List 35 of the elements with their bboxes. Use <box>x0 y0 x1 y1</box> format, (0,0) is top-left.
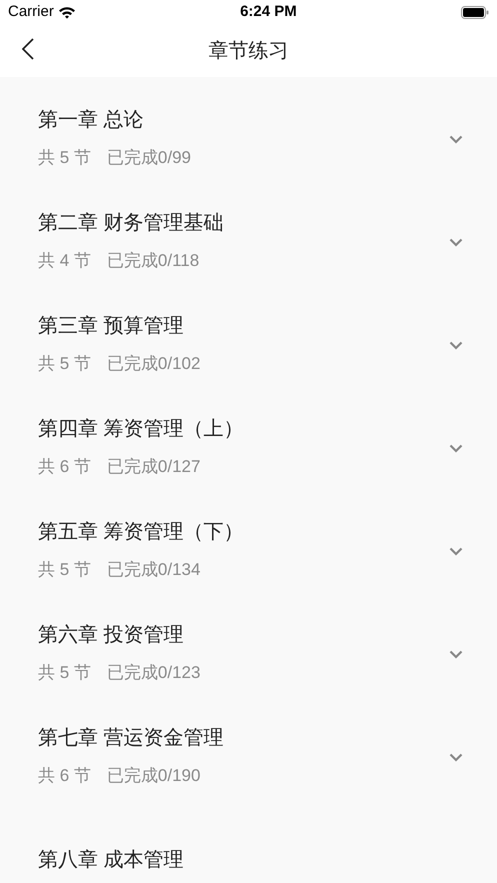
page-title: 章节练习 <box>208 39 288 64</box>
chapter-title: 第六章 投资管理 <box>38 623 185 648</box>
back-icon <box>22 38 34 60</box>
section-count: 共 5 节 <box>38 147 91 169</box>
section-count: 共 5 节 <box>38 559 91 581</box>
section-count: 共 5 节 <box>38 662 91 684</box>
progress-count: 已完成0/102 <box>106 353 200 375</box>
progress-count: 已完成0/99 <box>106 147 191 169</box>
chapter-title: 第七章 营运资金管理 <box>38 726 224 751</box>
battery-icon <box>460 6 489 19</box>
chevron-icon <box>449 752 463 762</box>
section-count: 共 4 节 <box>38 250 91 272</box>
section-count: 共 5 节 <box>38 353 91 375</box>
chapter-title: 第八章 成本管理 <box>38 848 184 872</box>
status-time: 6:24 PM <box>240 2 297 22</box>
chevron-icon <box>449 238 463 247</box>
chapter-title: 第五章 筹资管理（下） <box>38 520 244 545</box>
chevron-icon <box>449 134 463 144</box>
chevron-icon <box>449 444 463 453</box>
progress-count: 已完成0/123 <box>106 662 200 684</box>
section-count: 共 6 节 <box>38 456 91 478</box>
chapter-title: 第四章 筹资管理（上） <box>38 417 244 442</box>
chapter-title: 第一章 总论 <box>38 108 145 133</box>
chapter-title: 第三章 预算管理 <box>38 314 185 339</box>
chapter-title: 第二章 财务管理基础 <box>38 211 224 236</box>
carrier-label: Carrier <box>8 2 54 22</box>
wifi-icon <box>58 6 76 19</box>
progress-count: 已完成0/134 <box>106 559 200 581</box>
section-count: 共 6 节 <box>38 765 91 787</box>
chevron-icon <box>449 340 463 350</box>
chevron-icon <box>449 546 463 556</box>
progress-count: 已完成0/190 <box>106 765 200 787</box>
chevron-icon <box>449 650 463 659</box>
progress-count: 已完成0/127 <box>106 456 200 478</box>
progress-count: 已完成0/118 <box>106 250 200 272</box>
